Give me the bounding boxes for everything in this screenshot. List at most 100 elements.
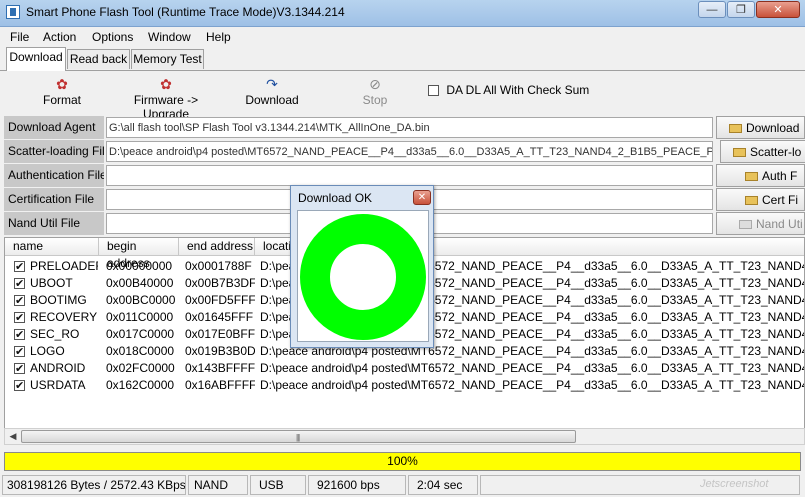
app-icon <box>6 5 20 19</box>
begin-address: 0x00BC0000 <box>106 293 176 307</box>
checkbox-checked-icon[interactable] <box>14 310 25 326</box>
minimize-icon: — <box>706 4 718 16</box>
tab-bar: Download Read back Memory Test <box>0 47 805 71</box>
partition-location: D:\peace android\p4 posted\MT6572_NAND_P… <box>260 378 804 392</box>
format-icon: ✿ <box>56 76 68 92</box>
toolbar: ✿ Format ✿ Firmware -> Upgrade ↷ Downloa… <box>0 71 805 121</box>
dialog-close-button[interactable]: ✕ <box>413 190 431 205</box>
folder-icon <box>745 172 758 181</box>
firmware-upgrade-icon: ✿ <box>160 76 172 92</box>
download-button[interactable]: ↷ Download <box>244 75 300 107</box>
menu-action[interactable]: Action <box>43 30 76 44</box>
folder-icon <box>733 148 746 157</box>
row-checkbox[interactable] <box>14 360 25 377</box>
download-agent-field[interactable]: G:\all flash tool\SP Flash Tool v3.1344.… <box>106 117 713 138</box>
checksum-checkbox[interactable] <box>428 85 439 96</box>
tab-memory-test[interactable]: Memory Test <box>131 49 204 69</box>
row-checkbox[interactable] <box>14 326 25 343</box>
stop-icon: ⊘ <box>369 76 381 92</box>
close-button[interactable]: ✕ <box>756 1 800 18</box>
checkbox-checked-icon[interactable] <box>14 276 25 292</box>
menu-window[interactable]: Window <box>148 30 191 44</box>
row-checkbox[interactable] <box>14 343 25 360</box>
partition-name: SEC_RO <box>30 327 80 341</box>
download-agent-button[interactable]: Download <box>716 116 805 139</box>
minimize-button[interactable]: — <box>698 1 726 18</box>
tab-download[interactable]: Download <box>6 47 66 71</box>
table-row[interactable]: ANDROID 0x02FC0000 0x143BFFFF D:\peace andr… <box>5 360 804 377</box>
scroll-left-icon[interactable]: ◀ <box>6 430 20 443</box>
row-checkbox[interactable] <box>14 309 25 326</box>
menu-help[interactable]: Help <box>206 30 231 44</box>
row-checkbox[interactable] <box>14 292 25 309</box>
folder-icon <box>739 220 752 229</box>
partition-name: ANDROID <box>30 361 86 375</box>
column-begin-address[interactable]: begin address <box>99 238 179 270</box>
checkbox-checked-icon[interactable] <box>14 293 25 309</box>
nand-button-label: Nand Uti <box>756 217 803 231</box>
checksum-label: DA DL All With Check Sum <box>446 83 590 97</box>
close-icon: ✕ <box>773 4 783 16</box>
download-agent-row: Download Agent G:\all flash tool\SP Flas… <box>4 116 805 140</box>
checkbox-checked-icon[interactable] <box>14 327 25 343</box>
dialog-body <box>297 210 429 342</box>
partition-name: USRDATA <box>30 378 86 392</box>
checkbox-checked-icon[interactable] <box>14 361 25 377</box>
begin-address: 0x00000000 <box>106 259 173 273</box>
scroll-thumb[interactable]: ||| <box>21 430 576 443</box>
checkbox-checked-icon[interactable] <box>14 344 25 360</box>
menu-file[interactable]: File <box>10 30 29 44</box>
scatter-button[interactable]: Scatter-lo <box>720 140 805 163</box>
row-checkbox[interactable] <box>14 377 25 394</box>
scatter-button-label: Scatter-lo <box>750 145 802 159</box>
partition-name: UBOOT <box>30 276 73 290</box>
checkbox-checked-icon[interactable] <box>14 259 25 275</box>
column-end-address[interactable]: end address <box>179 238 255 256</box>
end-address: 0x01645FFF <box>185 310 254 324</box>
restore-button[interactable]: ❐ <box>727 1 755 18</box>
nand-label: Nand Util File <box>4 212 104 235</box>
cert-button[interactable]: Cert Fi <box>716 188 805 211</box>
end-address: 0x143BFFFF <box>185 361 255 375</box>
status-baud: 921600 bps <box>308 475 406 495</box>
nand-button[interactable]: Nand Uti <box>716 212 805 235</box>
horizontal-scrollbar[interactable]: ◀ ||| <box>4 428 805 445</box>
folder-icon <box>745 196 758 205</box>
status-port: USB <box>250 475 306 495</box>
title-bar: Smart Phone Flash Tool (Runtime Trace Mo… <box>0 0 805 27</box>
auth-field[interactable] <box>106 165 713 186</box>
tab-read-back[interactable]: Read back <box>67 49 130 69</box>
checkbox-checked-icon[interactable] <box>14 378 25 394</box>
cert-button-label: Cert Fi <box>762 193 798 207</box>
row-checkbox[interactable] <box>14 258 25 275</box>
auth-button[interactable]: Auth F <box>716 164 805 187</box>
end-address: 0x017E0BFF <box>185 327 255 341</box>
column-name[interactable]: name <box>5 238 99 256</box>
status-time: 2:04 sec <box>408 475 478 495</box>
checksum-option[interactable]: DA DL All With Check Sum <box>428 83 589 97</box>
watermark: Jetscreenshot <box>700 478 769 490</box>
restore-icon: ❐ <box>736 4 746 16</box>
auth-label: Authentication File <box>4 164 104 187</box>
status-storage: NAND <box>188 475 248 495</box>
row-checkbox[interactable] <box>14 275 25 292</box>
menu-bar: File Action Options Window Help <box>0 27 805 47</box>
success-ring-icon <box>300 214 426 340</box>
download-agent-button-label: Download <box>746 121 800 135</box>
begin-address: 0x162C0000 <box>106 378 175 392</box>
progress-bar: 100% <box>4 452 801 471</box>
partition-name: BOOTIMG <box>30 293 87 307</box>
table-row[interactable]: USRDATA 0x162C0000 0x16ABFFFF D:\peace andr… <box>5 377 804 394</box>
stop-button[interactable]: ⊘ Stop <box>358 75 392 107</box>
format-button[interactable]: ✿ Format <box>42 75 82 107</box>
format-label: Format <box>42 93 81 107</box>
download-ok-dialog: Download OK ✕ <box>290 185 434 348</box>
firmware-upgrade-button[interactable]: ✿ Firmware -> Upgrade <box>114 75 218 121</box>
menu-options[interactable]: Options <box>92 30 133 44</box>
status-bar: 308198126 Bytes / 2572.43 KBps NAND USB … <box>0 474 805 497</box>
begin-address: 0x017C0000 <box>106 327 175 341</box>
partition-location: D:\peace android\p4 posted\MT6572_NAND_P… <box>260 361 804 375</box>
begin-address: 0x018C0000 <box>106 344 175 358</box>
download-arrow-icon: ↷ <box>266 76 278 92</box>
scatter-field[interactable]: D:\peace android\p4 posted\MT6572_NAND_P… <box>106 141 713 162</box>
